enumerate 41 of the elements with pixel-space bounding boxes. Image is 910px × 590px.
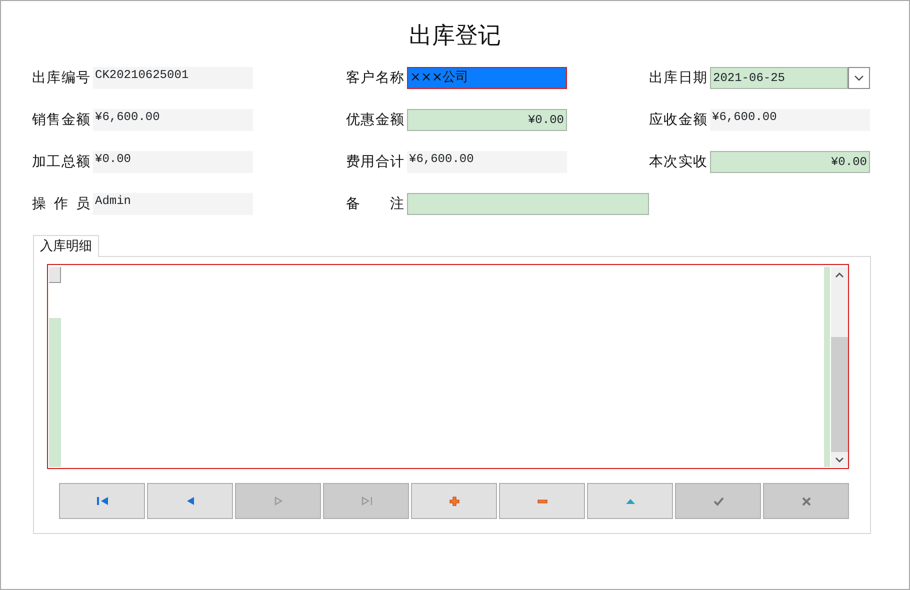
- value-display: CK20210625001: [93, 67, 253, 89]
- field-label: 操 作 员: [32, 195, 90, 214]
- first-record-button[interactable]: [59, 483, 145, 519]
- check-icon: [712, 496, 724, 506]
- previous-record-button[interactable]: [147, 483, 233, 519]
- input-field[interactable]: [407, 193, 649, 215]
- value-display: Admin: [93, 193, 253, 215]
- last-icon: [360, 496, 372, 506]
- field-label: 销售金额: [32, 111, 90, 130]
- add-button[interactable]: [411, 483, 497, 519]
- value-display: ¥6,600.00: [710, 109, 870, 131]
- field-label: 应收金额: [649, 111, 707, 130]
- field-label: 本次实收: [649, 153, 707, 172]
- up-button[interactable]: [587, 483, 673, 519]
- left-triangle-icon: [184, 496, 196, 506]
- scroll-thumb[interactable]: [831, 337, 848, 452]
- chevron-down-icon: [854, 75, 864, 81]
- value-display: ¥6,600.00: [93, 109, 253, 131]
- input-field[interactable]: ×××公司: [407, 67, 567, 89]
- vertical-scrollbar[interactable]: [831, 267, 848, 467]
- tab[interactable]: 入库明细: [33, 235, 99, 257]
- first-icon: [96, 496, 108, 506]
- field-label: 出库日期: [649, 69, 707, 88]
- field-label: 出库编号: [32, 69, 90, 88]
- value-display: ¥6,600.00: [407, 151, 567, 173]
- plus-icon: [448, 496, 460, 506]
- field-label: 客户名称: [346, 69, 404, 88]
- input-field[interactable]: ¥0.00: [710, 151, 870, 173]
- right-triangle-icon: [272, 496, 284, 506]
- field-label: 备 注: [346, 195, 404, 214]
- delete-button[interactable]: [499, 483, 585, 519]
- field-label: 优惠金额: [346, 111, 404, 130]
- value-display: ¥0.00: [93, 151, 253, 173]
- date-field[interactable]: 2021-06-25: [710, 67, 848, 89]
- cross-icon: [800, 496, 812, 506]
- row-header-cell[interactable]: [49, 267, 61, 283]
- dropdown-button[interactable]: [848, 67, 870, 89]
- field-label: 费用合计: [346, 153, 404, 172]
- input-field[interactable]: ¥0.00: [407, 109, 567, 131]
- field-label: 加工总额: [32, 153, 90, 172]
- window-title: 出库登记: [408, 22, 502, 51]
